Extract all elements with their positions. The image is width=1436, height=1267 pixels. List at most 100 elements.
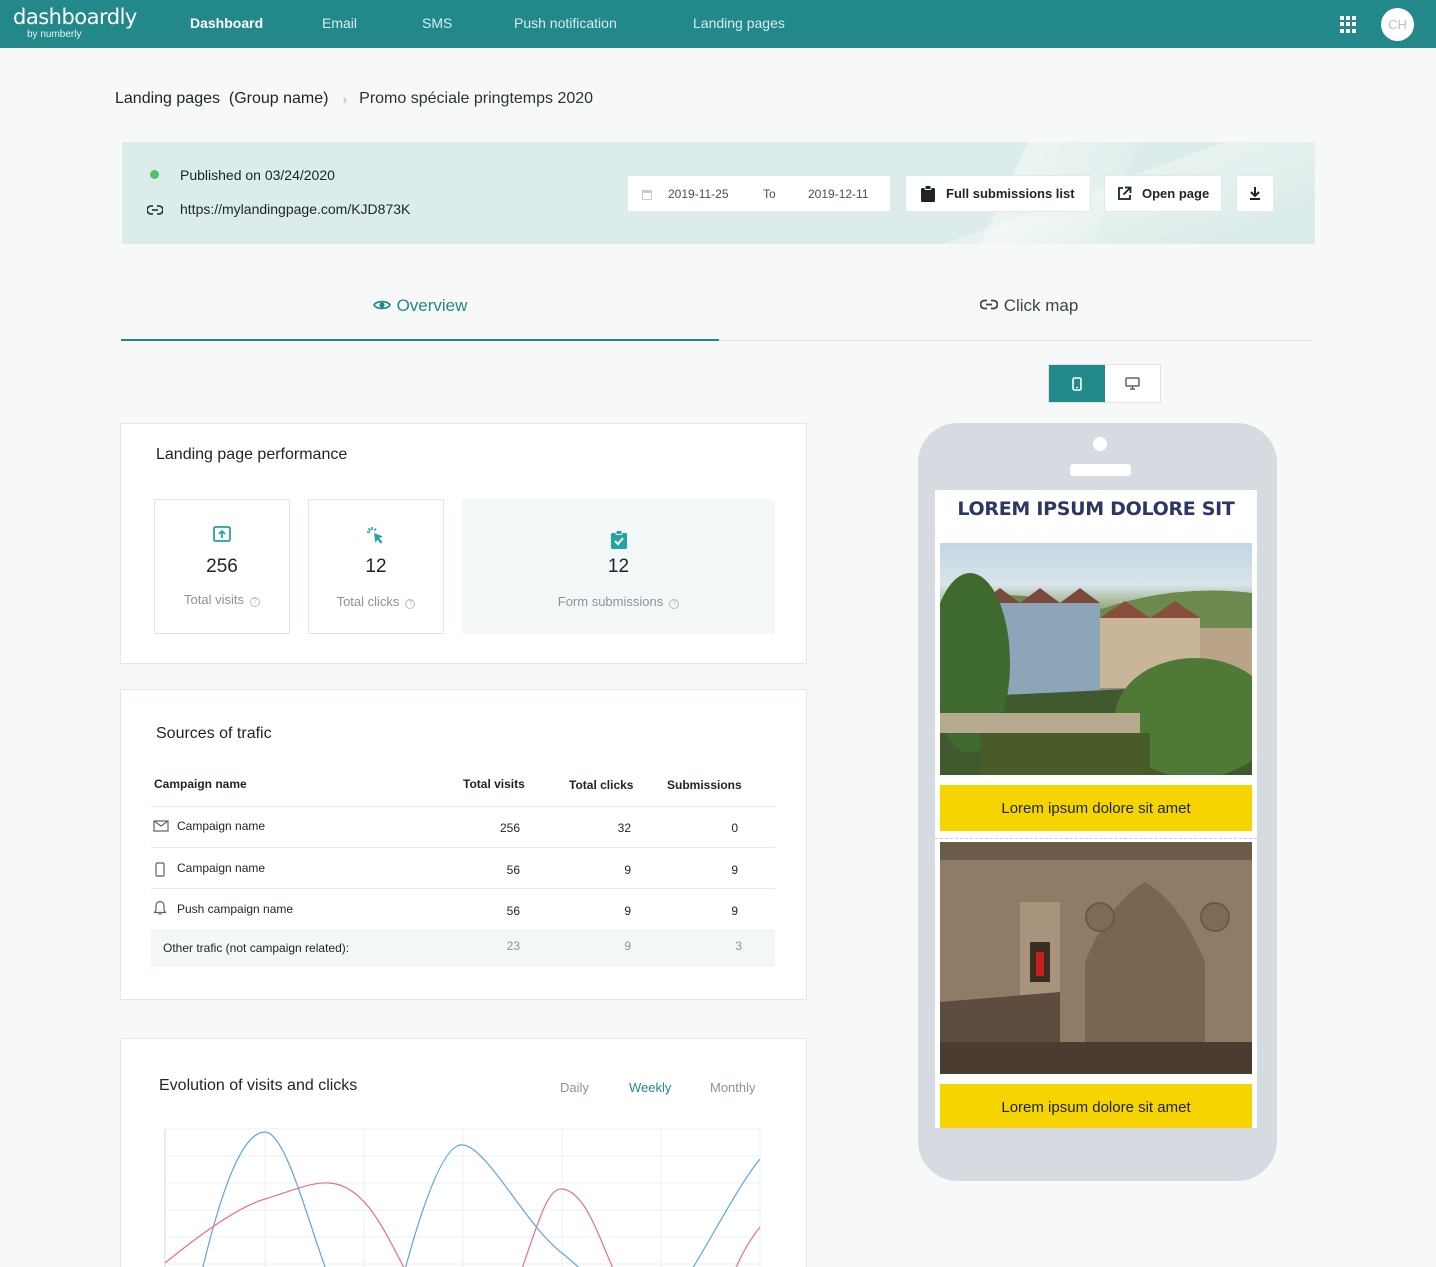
sources-title: Sources of trafic xyxy=(156,725,272,742)
help-icon[interactable]: ? xyxy=(249,597,260,607)
cursor-click-icon xyxy=(367,527,383,544)
town-photo xyxy=(935,573,1257,778)
column-header-campaign: Campaign name xyxy=(154,777,247,791)
download-button[interactable] xyxy=(1236,175,1274,212)
preview-cta-button-2[interactable]: Lorem ipsum dolore sit amet xyxy=(940,1084,1252,1128)
tab-overview-label: Overview xyxy=(396,296,468,315)
date-to-label: To xyxy=(763,187,776,201)
campaign-name[interactable]: Push campaign name xyxy=(177,902,293,916)
date-range-picker[interactable]: 2019-11-25 To 2019-12-11 xyxy=(627,175,891,212)
campaign-name[interactable]: Campaign name xyxy=(177,861,265,875)
breadcrumb-parent[interactable]: Landing pages (Group name) xyxy=(115,90,328,108)
other-submissions: 3 xyxy=(735,939,742,953)
desktop-view-button[interactable] xyxy=(1105,365,1161,402)
bell-icon xyxy=(153,900,167,915)
logo-name: dashboardly xyxy=(13,5,137,29)
open-page-button[interactable]: Open page xyxy=(1104,175,1222,212)
phone-speaker xyxy=(1070,464,1131,476)
row-clicks: 32 xyxy=(617,821,631,835)
evolution-card: Evolution of visits and clicks Daily Wee… xyxy=(120,1038,807,1267)
visits-icon xyxy=(213,526,231,542)
apps-grid-icon[interactable] xyxy=(1340,16,1357,33)
column-header-submissions: Submissions xyxy=(667,778,742,792)
total-clicks-label: Total clicks? xyxy=(309,594,443,609)
mobile-preview-frame: LOREM IPSUM DOLORE SIT Lorem ipsum dolor… xyxy=(918,423,1277,1181)
preview-image-town[interactable] xyxy=(935,543,1257,778)
top-nav: dashboardly by numberly Dashboard Email … xyxy=(0,0,1436,48)
form-submissions-label: Form submissions? xyxy=(463,594,774,609)
other-trafic-label: Other trafic (not campaign related): xyxy=(163,941,350,955)
eye-icon xyxy=(372,300,391,310)
performance-card: Landing page performance 256 Total visit… xyxy=(120,423,807,664)
avatar[interactable]: CH xyxy=(1381,8,1414,41)
page-header-banner: Published on 03/24/2020 https://mylandin… xyxy=(122,142,1315,244)
column-header-clicks: Total clicks xyxy=(569,778,634,792)
help-icon[interactable]: ? xyxy=(669,599,680,609)
chart-grid xyxy=(165,1128,761,1267)
status-dot-icon xyxy=(150,170,159,179)
calendar-icon xyxy=(642,190,652,200)
page-url-link[interactable]: https://mylandingpage.com/KJD873K xyxy=(180,201,410,217)
full-submissions-button[interactable]: Full submissions list xyxy=(905,175,1091,212)
visits-clicks-chart xyxy=(164,1128,761,1267)
row-visits: 256 xyxy=(499,821,520,835)
download-icon xyxy=(1250,187,1260,200)
table-row-other: Other trafic (not campaign related): 23 … xyxy=(151,929,775,967)
other-visits: 23 xyxy=(506,939,520,953)
period-weekly[interactable]: Weekly xyxy=(629,1080,671,1095)
total-clicks-value: 12 xyxy=(365,556,387,577)
performance-title: Landing page performance xyxy=(156,446,348,463)
link-icon xyxy=(147,205,163,215)
open-page-label: Open page xyxy=(1142,186,1210,201)
total-visits-value: 256 xyxy=(206,556,238,577)
logo-tagline: by numberly xyxy=(27,29,82,40)
other-clicks: 9 xyxy=(624,939,631,953)
published-date: Published on 03/24/2020 xyxy=(180,167,335,183)
clipboard-icon xyxy=(921,185,935,202)
nav-email[interactable]: Email xyxy=(322,15,357,31)
date-from[interactable]: 2019-11-25 xyxy=(668,187,729,201)
preview-cta-button[interactable]: Lorem ipsum dolore sit amet xyxy=(940,785,1252,831)
preview-image-arch[interactable] xyxy=(940,842,1252,1074)
total-visits-label-text: Total visits xyxy=(184,592,244,607)
row-submissions: 9 xyxy=(731,904,738,918)
evolution-title: Evolution of visits and clicks xyxy=(159,1077,358,1094)
table-divider xyxy=(151,847,775,848)
email-icon xyxy=(153,820,169,832)
row-visits: 56 xyxy=(506,863,520,877)
tab-click-map[interactable]: Click map xyxy=(729,296,1329,340)
preview-screen[interactable]: LOREM IPSUM DOLORE SIT Lorem ipsum dolor… xyxy=(935,490,1257,1128)
nav-sms[interactable]: SMS xyxy=(422,15,452,31)
form-submissions-label-text: Form submissions xyxy=(557,594,664,609)
row-submissions: 0 xyxy=(731,821,738,835)
preview-title: LOREM IPSUM DOLORE SIT xyxy=(957,498,1235,520)
chevron-right-icon: › xyxy=(342,91,348,107)
tab-overview[interactable]: Overview xyxy=(121,296,719,341)
form-submissions-value: 12 xyxy=(607,556,630,577)
view-tabs: Overview Click map xyxy=(121,296,1312,341)
help-icon[interactable]: ? xyxy=(405,599,416,609)
table-divider xyxy=(151,806,775,807)
kpi-form-submissions: 12 Form submissions? xyxy=(462,499,775,634)
full-submissions-label: Full submissions list xyxy=(946,186,1075,201)
breadcrumb-current: Promo spéciale pringtemps 2020 xyxy=(359,90,594,107)
desktop-icon xyxy=(1125,377,1140,390)
tab-click-map-label: Click map xyxy=(1003,296,1079,315)
campaign-name[interactable]: Campaign name xyxy=(177,819,265,833)
row-visits: 56 xyxy=(506,904,520,918)
kpi-total-clicks: 12 Total clicks? xyxy=(308,499,444,634)
logo[interactable]: dashboardly by numberly xyxy=(13,5,137,40)
row-submissions: 9 xyxy=(731,863,738,877)
breadcrumb: Landing pages (Group name) › Promo spéci… xyxy=(115,88,593,110)
date-to[interactable]: 2019-12-11 xyxy=(808,187,869,201)
period-monthly[interactable]: Monthly xyxy=(710,1080,756,1095)
nav-push-notification[interactable]: Push notification xyxy=(514,15,617,31)
nav-dashboard[interactable]: Dashboard xyxy=(190,15,263,31)
mobile-icon xyxy=(1071,376,1082,391)
external-link-icon xyxy=(1118,186,1132,200)
period-daily[interactable]: Daily xyxy=(560,1080,589,1095)
nav-landing-pages[interactable]: Landing pages xyxy=(693,15,785,31)
clipboard-check-icon xyxy=(610,530,627,549)
link-icon xyxy=(979,299,998,310)
mobile-view-button[interactable] xyxy=(1049,365,1105,402)
